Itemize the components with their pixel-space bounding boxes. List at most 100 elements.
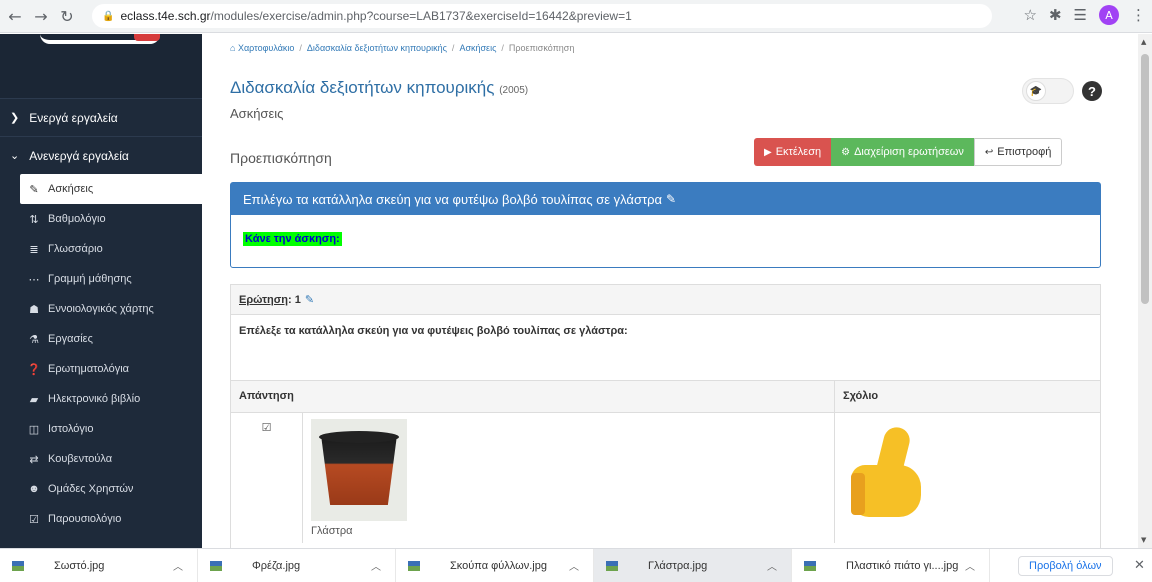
breadcrumb-home[interactable]: Χαρτοφυλάκιο: [238, 43, 294, 53]
sidebar-item-gradebook[interactable]: ⇅ Βαθμολόγιο: [0, 204, 202, 234]
url-host: eclass.t4e.sch.gr: [120, 9, 211, 23]
sidebar-item-user-groups[interactable]: ☻ Ομάδες Χρηστών: [0, 474, 202, 504]
exchange-icon: ⇄: [29, 453, 39, 466]
sidebar-item-chat[interactable]: ⇄ Κουβεντούλα: [0, 444, 202, 474]
chevron-up-icon[interactable]: ︿: [767, 558, 791, 573]
answer-column-header: Απάντηση: [231, 381, 835, 412]
sidebar-section-inactive-tools[interactable]: ⌄ Ανενεργά εργαλεία: [0, 136, 202, 174]
cuff-shape: [851, 473, 865, 515]
edit-icon[interactable]: ✎: [666, 192, 676, 206]
graduation-cap-icon: 🎓: [1026, 81, 1046, 101]
download-item[interactable]: Σωστό.jpg ︿: [0, 548, 198, 582]
download-item[interactable]: Πλαστικό πιάτο γι....jpg ︿: [792, 548, 990, 582]
question-panel: Ερώτηση : 1 ✎ Επέλεξε τα κατάλληλα σκεύη…: [230, 284, 1101, 548]
forward-arrow-icon[interactable]: →: [30, 5, 52, 27]
ellipsis-icon: ⋯: [28, 273, 40, 286]
edit-icon[interactable]: ✎: [305, 293, 314, 306]
sidebar-item-label: Εργασίες: [48, 333, 93, 345]
chevron-up-icon[interactable]: ︿: [569, 558, 593, 573]
answer-caption: Γλάστρα: [311, 525, 353, 537]
home-icon: ⌂: [230, 43, 238, 53]
back-arrow-icon[interactable]: ←: [4, 5, 26, 27]
chevron-right-icon: ❯: [10, 112, 20, 124]
student-view-toggle[interactable]: 🎓: [1022, 78, 1074, 104]
book-icon: ▰: [29, 393, 39, 406]
address-bar[interactable]: 🔒 eclass.t4e.sch.gr /modules/exercise/ad…: [92, 4, 992, 28]
download-filename: Σωστό.jpg: [54, 559, 105, 572]
sidebar-item-learning-path[interactable]: ⋯ Γραμμή μάθησης: [0, 264, 202, 294]
download-filename: Πλαστικό πιάτο γι....jpg: [846, 559, 959, 572]
chevron-up-icon[interactable]: ︿: [965, 558, 989, 573]
answer-checkbox[interactable]: ☑: [231, 413, 303, 543]
sidebar-item-exercises[interactable]: ✎ Ασκήσεις: [20, 174, 202, 204]
pot-body: [321, 435, 397, 505]
sidebar-item-label: Ιστολόγιο: [48, 423, 94, 435]
users-icon: ☻: [28, 483, 40, 495]
sidebar-item-label: Ερωτηματολόγια: [48, 363, 130, 375]
scroll-down-icon[interactable]: ▼: [1141, 536, 1146, 544]
sort-numeric-icon: ⇅: [29, 213, 39, 226]
image-file-icon: [606, 560, 618, 571]
sidebar-item-label: Κουβεντούλα: [48, 453, 113, 465]
sidebar-item-ebook[interactable]: ▰ Ηλεκτρονικό βιβλίο: [0, 384, 202, 414]
exercise-title-text: Επιλέγω τα κατάλληλα σκεύη για να φυτέψω…: [243, 191, 663, 207]
browser-toolbar: ← → ↻ 🔒 eclass.t4e.sch.gr /modules/exerc…: [0, 0, 1152, 33]
profile-avatar[interactable]: A: [1099, 5, 1119, 25]
sidebar: ❯ Ενεργά εργαλεία ⌄ Ανενεργά εργαλεία ✎ …: [0, 34, 202, 548]
reload-icon[interactable]: ↻: [56, 5, 78, 27]
sidebar-item-label: Παρουσιολόγιο: [48, 513, 122, 525]
sidebar-item-attendance[interactable]: ☑ Παρουσιολόγιο: [0, 504, 202, 534]
manage-questions-button[interactable]: ⚙ Διαχείριση ερωτήσεων: [831, 138, 974, 166]
exercise-instruction: Κάνε την άσκηση:: [243, 232, 342, 246]
question-text: Επέλεξε τα κατάλληλα σκεύη για να φυτέψε…: [231, 315, 1100, 381]
sidebar-section-label: Ανενεργά εργαλεία: [29, 148, 129, 163]
breadcrumb-separator: /: [299, 43, 302, 53]
chevron-down-icon: ⌄: [10, 150, 20, 162]
sidebar-item-glossary[interactable]: ≣ Γλωσσάριο: [0, 234, 202, 264]
question-circle-icon: ❓: [27, 363, 41, 376]
reading-list-icon[interactable]: ☰: [1074, 6, 1087, 24]
sidebar-item-blog[interactable]: ◫ Ιστολόγιο: [0, 414, 202, 444]
help-icon[interactable]: ?: [1082, 81, 1102, 101]
url-path: /modules/exercise/admin.php?course=LAB17…: [210, 9, 632, 23]
columns-icon: ◫: [28, 423, 40, 436]
sidebar-item-assignments[interactable]: ⚗ Εργασίες: [0, 324, 202, 354]
download-item[interactable]: Σκούπα φύλλων.jpg ︿: [396, 548, 594, 582]
download-filename: Γλάστρα.jpg: [648, 559, 708, 572]
sidebar-item-concept-map[interactable]: ☗ Εννοιολογικός χάρτης: [0, 294, 202, 324]
pot-rim: [319, 431, 399, 443]
execute-button-label: Εκτέλεση: [775, 146, 822, 158]
breadcrumb-current: Προεπισκόπηση: [508, 43, 575, 53]
close-icon[interactable]: ✕: [1134, 557, 1145, 573]
download-item[interactable]: Φρέζα.jpg ︿: [198, 548, 396, 582]
breadcrumb-course[interactable]: Διδασκαλία δεξιοτήτων κηπουρικής: [307, 43, 447, 53]
chevron-up-icon[interactable]: ︿: [371, 558, 395, 573]
thumbs-up-icon: [841, 419, 945, 529]
logo[interactable]: [0, 34, 202, 98]
course-code: (2005): [499, 85, 529, 96]
show-all-downloads-button[interactable]: Προβολή όλων: [1018, 556, 1113, 576]
section-title: Προεπισκόπηση: [230, 150, 332, 166]
breadcrumb-section[interactable]: Ασκήσεις: [459, 43, 496, 53]
sidebar-item-label: Γλωσσάριο: [48, 243, 103, 255]
sidebar-section-active-tools[interactable]: ❯ Ενεργά εργαλεία: [0, 98, 202, 136]
back-button[interactable]: ↩ Επιστροφή: [973, 138, 1063, 166]
sitemap-icon: ☗: [29, 303, 39, 316]
lock-icon: 🔒: [102, 10, 115, 22]
comment-column-header: Σχόλιο: [843, 390, 879, 402]
course-title[interactable]: Διδασκαλία δεξιοτήτων κηπουρικής (2005): [230, 78, 528, 98]
sidebar-item-questionnaires[interactable]: ❓ Ερωτηματολόγια: [0, 354, 202, 384]
menu-icon[interactable]: ⋮: [1131, 6, 1146, 24]
execute-button[interactable]: ▶ Εκτέλεση: [754, 138, 832, 166]
breadcrumb-separator: /: [451, 43, 455, 53]
scrollbar-thumb[interactable]: [1141, 54, 1149, 304]
scroll-up-icon[interactable]: ▲: [1141, 38, 1146, 46]
download-item[interactable]: Γλάστρα.jpg ︿: [594, 548, 792, 582]
star-icon[interactable]: ☆: [1024, 6, 1037, 24]
chevron-up-icon[interactable]: ︿: [173, 558, 197, 573]
image-file-icon: [12, 560, 24, 571]
sidebar-item-label: Εννοιολογικός χάρτης: [48, 303, 154, 315]
page-scrollbar[interactable]: ▲ ▼: [1138, 34, 1152, 548]
extensions-icon[interactable]: ✱: [1049, 6, 1062, 24]
sidebar-section-label: Ενεργά εργαλεία: [29, 110, 118, 125]
